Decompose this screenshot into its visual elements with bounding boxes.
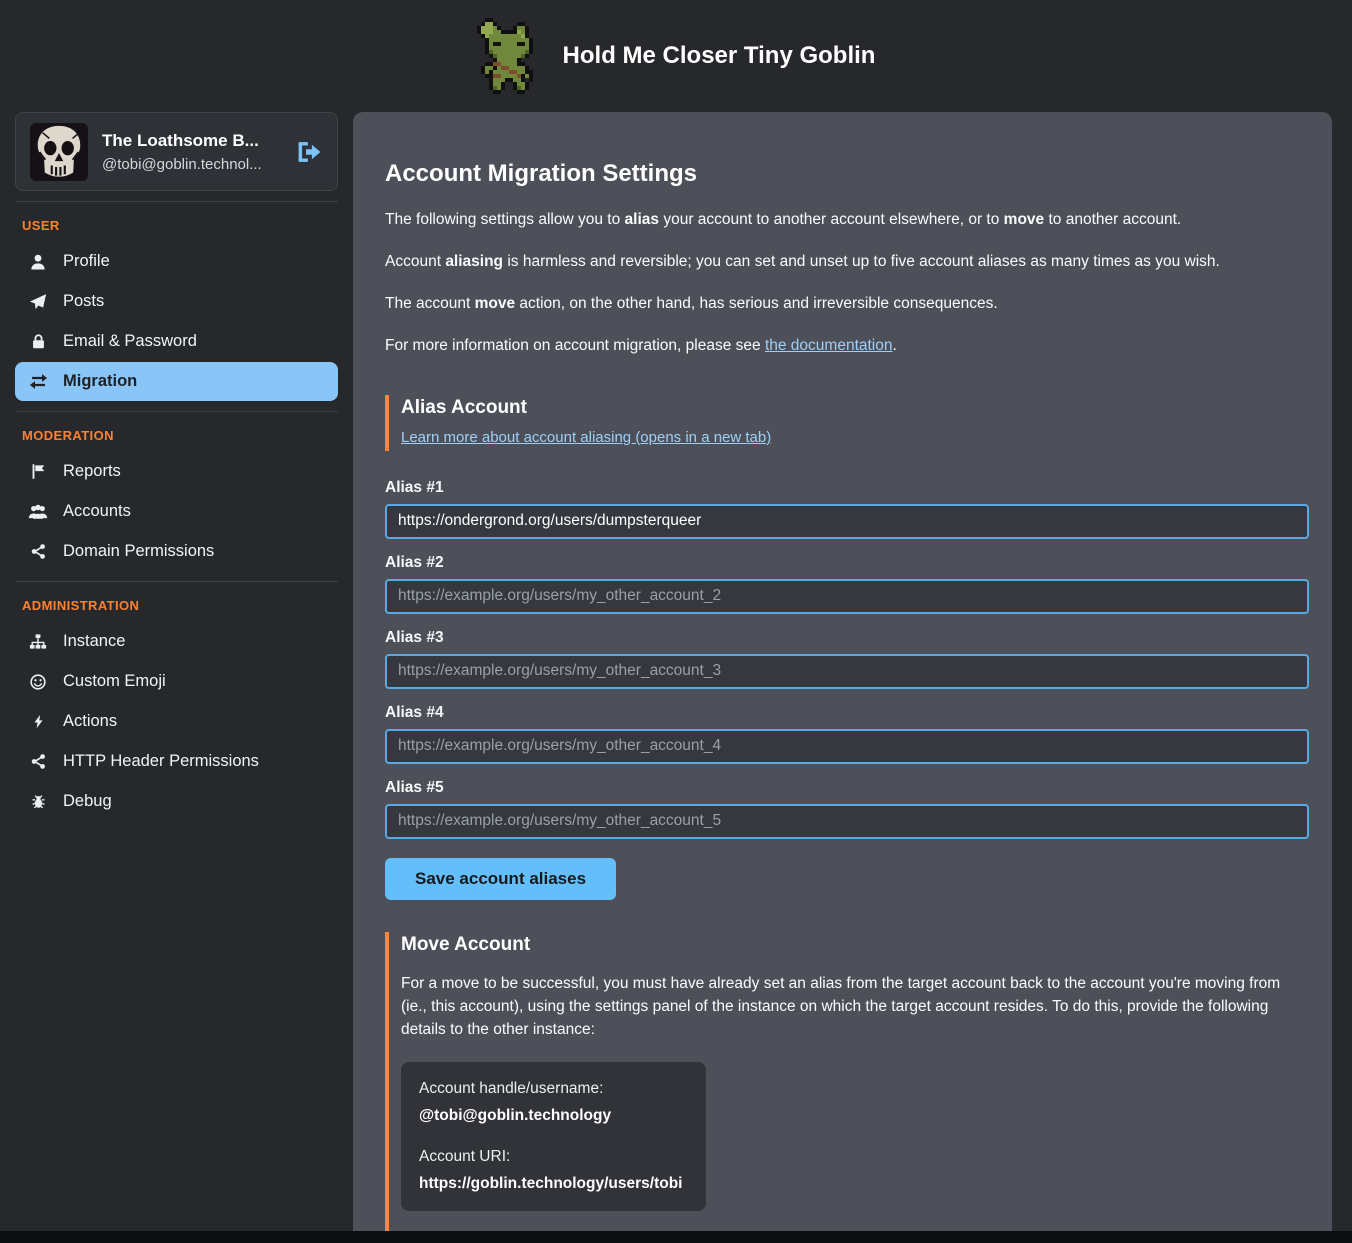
sidebar-item-label: HTTP Header Permissions — [63, 752, 259, 771]
lock-icon — [28, 333, 48, 350]
bolt-icon — [28, 713, 48, 730]
alias-2-label: Alias #2 — [385, 554, 1309, 572]
user-icon — [28, 253, 48, 271]
user-names: The Loathsome B... @tobi@goblin.technol.… — [102, 131, 282, 173]
app-body: The Loathsome B... @tobi@goblin.technol.… — [0, 112, 1352, 1231]
account-details-box: Account handle/username: @tobi@goblin.te… — [401, 1062, 706, 1211]
alias-1-input[interactable] — [385, 504, 1309, 539]
move-account-description: For a move to be successful, you must ha… — [401, 972, 1309, 1042]
user-handle: @tobi@goblin.technol... — [102, 156, 282, 173]
sidebar-item-email-password[interactable]: Email & Password — [15, 322, 338, 361]
account-uri-pair: Account URI: https://goblin.technology/u… — [419, 1148, 688, 1193]
sidebar-item-label: Posts — [63, 292, 104, 311]
account-uri-label: Account URI: — [419, 1148, 688, 1166]
instance-header: Hold Me Closer Tiny Goblin — [0, 0, 1352, 112]
sidebar-section-user: USER — [22, 218, 331, 233]
sidebar-item-label: Email & Password — [63, 332, 197, 351]
alias-4-input[interactable] — [385, 729, 1309, 764]
move-account-title: Move Account — [401, 934, 1309, 956]
alias-2-input[interactable] — [385, 579, 1309, 614]
account-uri-value: https://goblin.technology/users/tobi — [419, 1175, 688, 1193]
alias-3-label: Alias #3 — [385, 629, 1309, 647]
page-title: Account Migration Settings — [385, 160, 1309, 188]
sidebar-item-reports[interactable]: Reports — [15, 452, 338, 491]
sidebar: The Loathsome B... @tobi@goblin.technol.… — [0, 112, 353, 822]
sidebar-item-profile[interactable]: Profile — [15, 242, 338, 281]
documentation-link[interactable]: the documentation — [765, 337, 893, 354]
alias-learn-more-link[interactable]: Learn more about account aliasing (opens… — [401, 429, 771, 446]
alias-account-title: Alias Account — [401, 397, 1309, 419]
alias-5-label: Alias #5 — [385, 779, 1309, 797]
sidebar-item-label: Migration — [63, 372, 137, 391]
sidebar-item-custom-emoji[interactable]: Custom Emoji — [15, 662, 338, 701]
sidebar-item-label: Instance — [63, 632, 125, 651]
main-panel: Account Migration Settings The following… — [353, 112, 1332, 1231]
sidebar-item-label: Debug — [63, 792, 112, 811]
paper-plane-icon — [28, 293, 48, 311]
sidebar-item-posts[interactable]: Posts — [15, 282, 338, 321]
bug-icon — [28, 793, 48, 810]
alias-form: Alias #1 Alias #2 Alias #3 Alias #4 Alia… — [385, 479, 1309, 900]
account-handle-label: Account handle/username: — [419, 1080, 688, 1098]
instance-title: Hold Me Closer Tiny Goblin — [563, 42, 876, 70]
alias-field-group: Alias #1 — [385, 479, 1309, 539]
avatar — [30, 123, 88, 181]
sidebar-item-label: Reports — [63, 462, 121, 481]
alias-account-section-header: Alias Account Learn more about account a… — [385, 395, 1309, 451]
sidebar-item-label: Custom Emoji — [63, 672, 166, 691]
user-card[interactable]: The Loathsome B... @tobi@goblin.technol.… — [15, 112, 338, 191]
sidebar-item-instance[interactable]: Instance — [15, 622, 338, 661]
sidebar-item-debug[interactable]: Debug — [15, 782, 338, 821]
sidebar-item-label: Domain Permissions — [63, 542, 214, 561]
sidebar-item-actions[interactable]: Actions — [15, 702, 338, 741]
user-display-name: The Loathsome B... — [102, 131, 282, 151]
alias-field-group: Alias #3 — [385, 629, 1309, 689]
alias-1-label: Alias #1 — [385, 479, 1309, 497]
sidebar-item-label: Actions — [63, 712, 117, 731]
exchange-arrows-icon — [28, 372, 48, 391]
sidebar-item-http-header-permissions[interactable]: HTTP Header Permissions — [15, 742, 338, 781]
sidebar-divider — [15, 201, 338, 202]
sidebar-item-label: Accounts — [63, 502, 131, 521]
intro-paragraph-1: The following settings allow you to alia… — [385, 210, 1309, 230]
alias-field-group: Alias #2 — [385, 554, 1309, 614]
share-nodes-icon — [28, 753, 48, 770]
sidebar-item-domain-permissions[interactable]: Domain Permissions — [15, 532, 338, 571]
intro-text: The following settings allow you to alia… — [385, 210, 1309, 357]
alias-3-input[interactable] — [385, 654, 1309, 689]
intro-paragraph-3: The account move action, on the other ha… — [385, 294, 1309, 314]
goblin-logo — [477, 18, 541, 94]
sitemap-icon — [28, 633, 48, 651]
alias-5-input[interactable] — [385, 804, 1309, 839]
alias-4-label: Alias #4 — [385, 704, 1309, 722]
alias-field-group: Alias #5 — [385, 779, 1309, 839]
page-bottom-bar — [0, 1231, 1352, 1243]
sign-out-icon[interactable] — [296, 140, 323, 164]
sidebar-item-label: Profile — [63, 252, 110, 271]
sidebar-item-migration[interactable]: Migration — [15, 362, 338, 401]
alias-field-group: Alias #4 — [385, 704, 1309, 764]
sidebar-divider — [15, 411, 338, 412]
intro-paragraph-2: Account aliasing is harmless and reversi… — [385, 252, 1309, 272]
share-nodes-icon — [28, 543, 48, 560]
sidebar-section-administration: ADMINISTRATION — [22, 598, 331, 613]
account-handle-pair: Account handle/username: @tobi@goblin.te… — [419, 1080, 688, 1125]
flag-icon — [28, 463, 48, 480]
sidebar-section-moderation: MODERATION — [22, 428, 331, 443]
intro-paragraph-4: For more information on account migratio… — [385, 336, 1309, 356]
save-aliases-button[interactable]: Save account aliases — [385, 858, 616, 900]
users-icon — [28, 503, 48, 521]
sidebar-item-accounts[interactable]: Accounts — [15, 492, 338, 531]
sidebar-divider — [15, 581, 338, 582]
move-account-section: Move Account For a move to be successful… — [385, 932, 1309, 1231]
account-handle-value: @tobi@goblin.technology — [419, 1107, 688, 1125]
smiley-icon — [28, 673, 48, 691]
